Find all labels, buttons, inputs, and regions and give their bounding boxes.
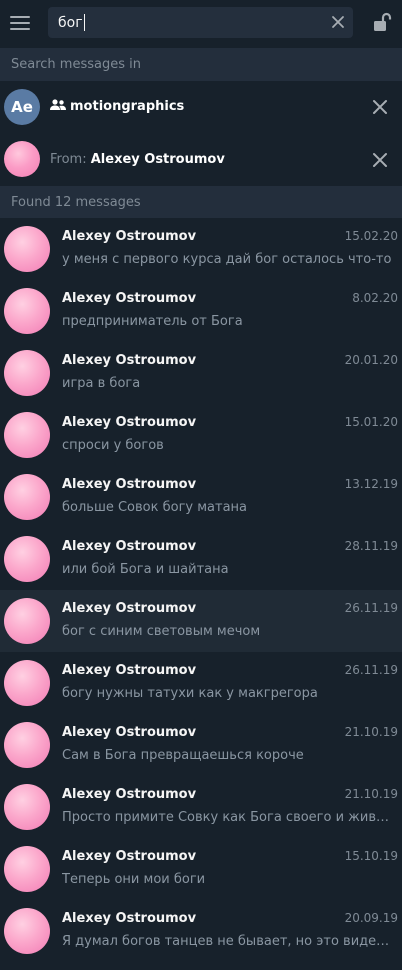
message-result[interactable]: Alexey Ostroumov 21.10.19 Просто примите… xyxy=(0,776,402,838)
search-box[interactable] xyxy=(48,7,353,38)
from-filter[interactable]: From: Alexey Ostroumov xyxy=(0,133,402,186)
message-date: 13.12.19 xyxy=(344,477,398,491)
remove-from-filter-icon[interactable] xyxy=(372,152,388,168)
remove-chat-filter-icon[interactable] xyxy=(372,99,388,115)
results-count: Found 12 messages xyxy=(0,186,402,219)
sender-avatar xyxy=(4,536,50,582)
menu-icon[interactable] xyxy=(10,13,32,33)
sender-avatar xyxy=(4,474,50,520)
message-date: 15.10.19 xyxy=(344,849,398,863)
clear-search-icon[interactable] xyxy=(331,15,345,29)
sender-avatar xyxy=(4,660,50,706)
message-date: 26.11.19 xyxy=(344,663,398,677)
message-text: спроси у богов xyxy=(62,438,164,453)
message-text: Теперь они мои боги xyxy=(62,872,206,887)
message-text: Просто примите Совку как Бога своего и ж… xyxy=(62,810,395,825)
from-filter-label: From: Alexey Ostroumov xyxy=(50,133,225,186)
sender-name: Alexey Ostroumov xyxy=(62,849,197,864)
sender-avatar xyxy=(4,350,50,396)
message-text: Я думал богов танцев не бывает, но это в… xyxy=(62,934,395,949)
sender-avatar xyxy=(4,598,50,644)
message-text: Сам в Бога превращаешься короче xyxy=(62,748,304,763)
sender-avatar xyxy=(4,288,50,334)
sender-name: Alexey Ostroumov xyxy=(62,291,197,306)
sender-avatar xyxy=(4,226,50,272)
message-result[interactable]: Alexey Ostroumov 15.01.20 спроси у богов xyxy=(0,404,402,466)
sender-name: Alexey Ostroumov xyxy=(62,787,197,802)
sender-name: Alexey Ostroumov xyxy=(62,601,197,616)
message-result[interactable]: Alexey Ostroumov 21.10.19 Сам в Бога пре… xyxy=(0,714,402,776)
sender-avatar xyxy=(4,784,50,830)
text-caret xyxy=(84,14,85,31)
message-text: у меня с первого курса дай бог осталось … xyxy=(62,252,392,267)
chat-filter[interactable]: Ae motiongraphics xyxy=(0,81,402,133)
chat-filter-label: motiongraphics xyxy=(50,81,184,133)
sender-name: Alexey Ostroumov xyxy=(62,477,197,492)
group-icon xyxy=(50,99,66,110)
message-result[interactable]: Alexey Ostroumov 20.01.20 игра в бога xyxy=(0,342,402,404)
chat-avatar: Ae xyxy=(4,89,40,125)
message-result[interactable]: Alexey Ostroumov 28.11.19 или бой Бога и… xyxy=(0,528,402,590)
from-prefix: From: xyxy=(50,152,87,167)
message-date: 8.02.20 xyxy=(352,291,398,305)
message-text: больше Совок богу матана xyxy=(62,500,248,515)
sender-name: Alexey Ostroumov xyxy=(62,725,197,740)
sender-name: Alexey Ostroumov xyxy=(62,663,197,678)
message-result[interactable]: Alexey Ostroumov 20.09.19 Я думал богов … xyxy=(0,900,402,962)
chat-name: motiongraphics xyxy=(70,99,185,114)
message-date: 26.11.19 xyxy=(344,601,398,615)
sender-name: Alexey Ostroumov xyxy=(62,353,197,368)
sender-avatar xyxy=(4,908,50,954)
message-text: игра в бога xyxy=(62,376,141,391)
message-result[interactable]: Alexey Ostroumov 8.02.20 предприниматель… xyxy=(0,280,402,342)
unlock-icon[interactable] xyxy=(371,11,393,33)
sender-avatar xyxy=(4,846,50,892)
message-date: 21.10.19 xyxy=(344,787,398,801)
from-name: Alexey Ostroumov xyxy=(90,152,225,167)
message-date: 20.01.20 xyxy=(344,353,398,367)
message-result[interactable]: Alexey Ostroumov 15.10.19 Теперь они мои… xyxy=(0,838,402,900)
message-text: богу нужны татухи как у макгрегора xyxy=(62,686,318,701)
message-text: или бой Бога и шайтана xyxy=(62,562,229,577)
sender-avatar xyxy=(4,412,50,458)
from-avatar xyxy=(4,141,40,177)
message-text: бог с синим световым мечом xyxy=(62,624,261,639)
message-text: предприниматель от Бога xyxy=(62,314,243,329)
sender-name: Alexey Ostroumov xyxy=(62,539,197,554)
sender-avatar xyxy=(4,722,50,768)
message-date: 15.02.20 xyxy=(344,229,398,243)
message-result[interactable]: Alexey Ostroumov 13.12.19 больше Совок б… xyxy=(0,466,402,528)
message-date: 15.01.20 xyxy=(344,415,398,429)
sender-name: Alexey Ostroumov xyxy=(62,229,197,244)
message-result[interactable]: Alexey Ostroumov 15.02.20 у меня с перво… xyxy=(0,218,402,280)
message-result[interactable]: Alexey Ostroumov 26.11.19 бог с синим св… xyxy=(0,590,402,652)
message-result[interactable]: Alexey Ostroumov 26.11.19 богу нужны тат… xyxy=(0,652,402,714)
search-in-label: Search messages in xyxy=(0,48,402,82)
sender-name: Alexey Ostroumov xyxy=(62,415,197,430)
message-date: 28.11.19 xyxy=(344,539,398,553)
message-date: 20.09.19 xyxy=(344,911,398,925)
sender-name: Alexey Ostroumov xyxy=(62,911,197,926)
top-bar xyxy=(0,0,402,46)
search-input[interactable] xyxy=(58,7,318,38)
message-date: 21.10.19 xyxy=(344,725,398,739)
